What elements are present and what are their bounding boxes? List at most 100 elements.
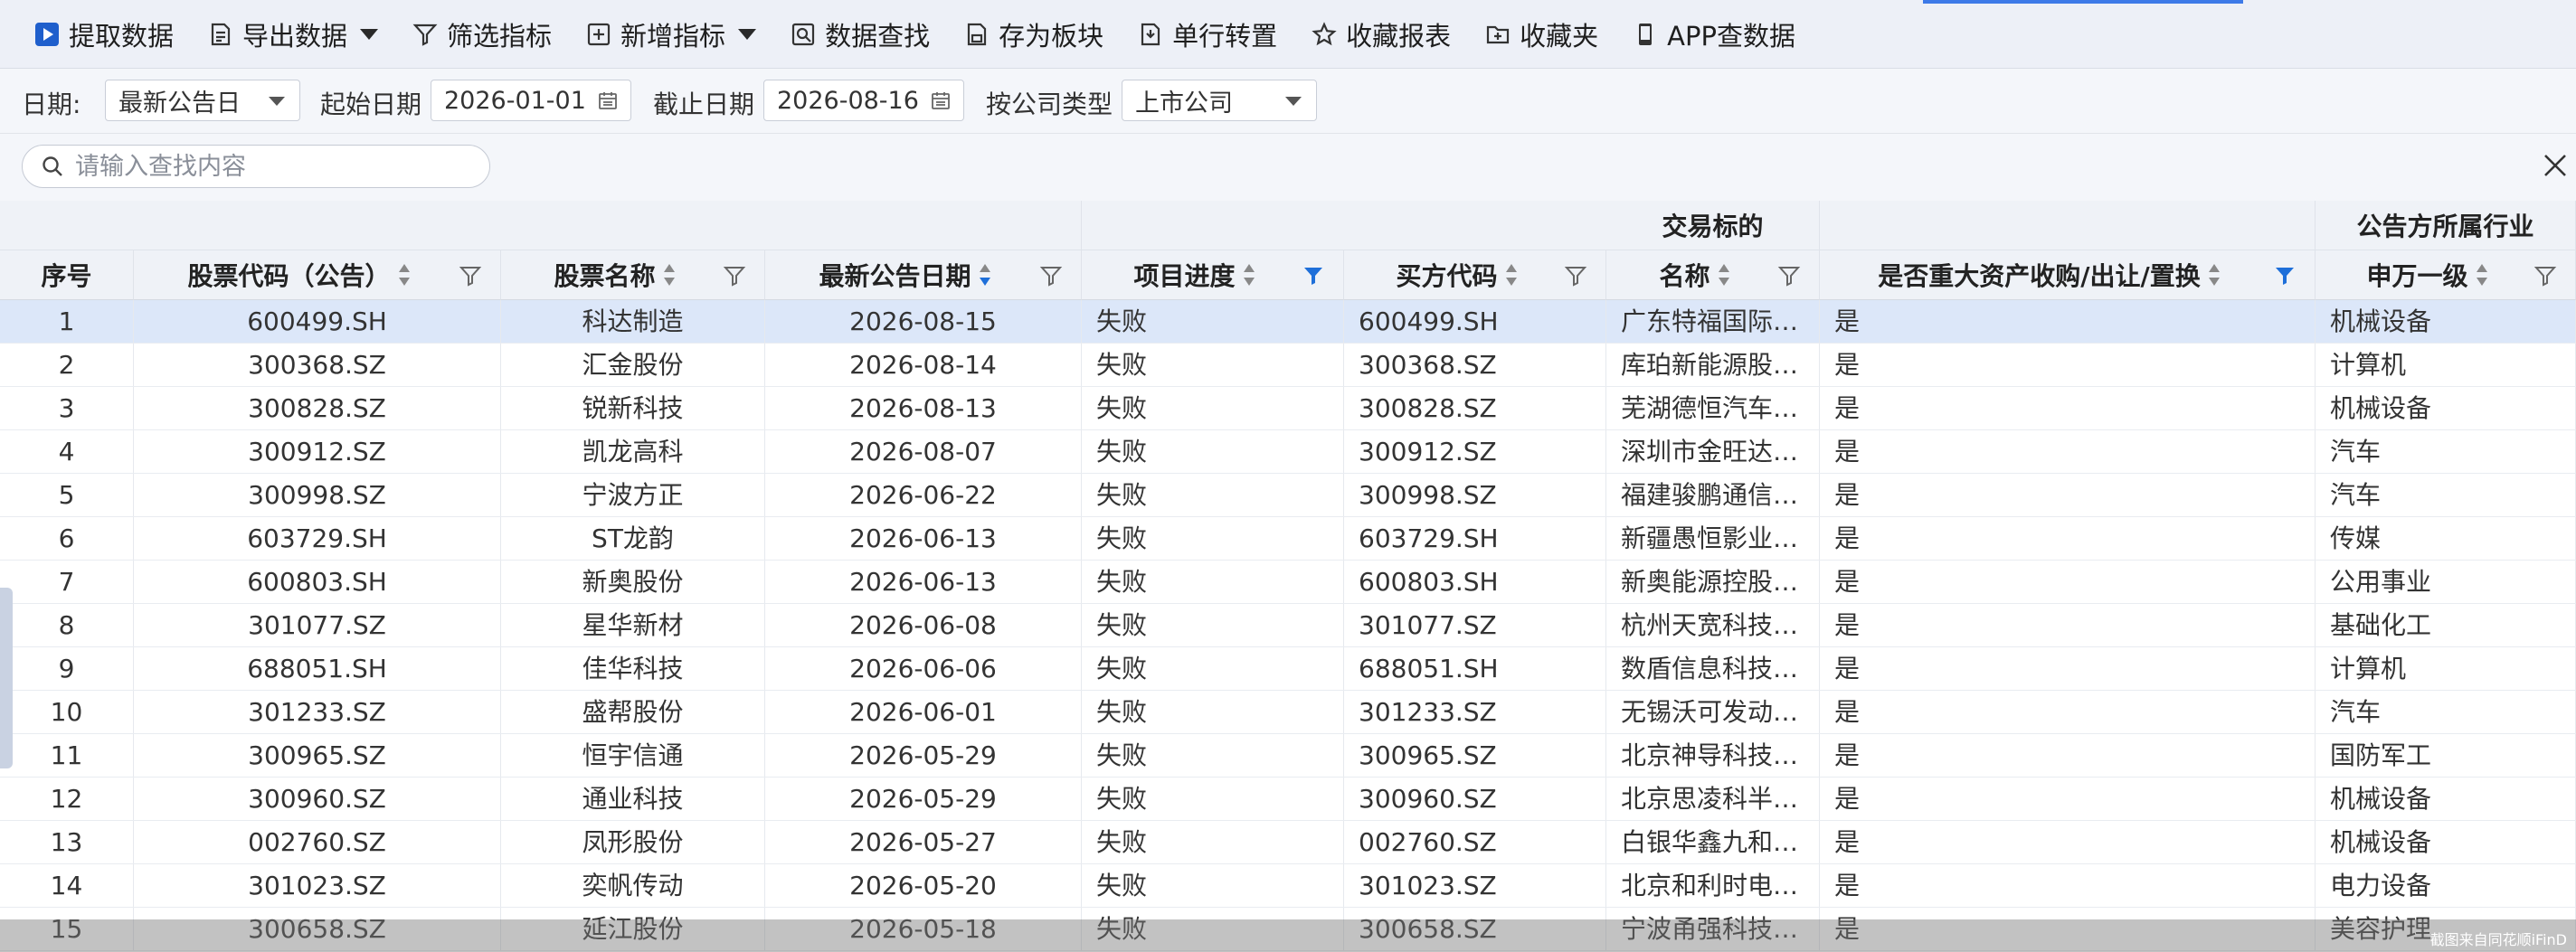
cell-code: 301077.SZ	[134, 604, 501, 646]
data-lookup-button[interactable]: 数据查找	[789, 0, 930, 69]
column-header-date[interactable]: 最新公告日期	[765, 250, 1082, 300]
cell-buyer: 688051.SH	[1344, 647, 1606, 690]
cell-progress: 失败	[1082, 300, 1344, 343]
sort-icon[interactable]	[1718, 262, 1730, 287]
sort-desc-icon[interactable]	[979, 262, 991, 287]
cell-target: 库珀新能源股…	[1606, 344, 1820, 386]
cell-code: 300965.SZ	[134, 734, 501, 777]
column-filter-icon[interactable]	[459, 264, 482, 287]
sort-icon[interactable]	[398, 262, 411, 287]
active-filter-icon[interactable]	[1302, 264, 1325, 287]
filter-bar: 日期: 最新公告日 起始日期 2026-01-01 截止日期 2026-08-1…	[0, 69, 2576, 134]
search-bar	[0, 134, 2576, 201]
column-filter-icon[interactable]	[723, 264, 746, 287]
table-row[interactable]: 4 300912.SZ 凯龙高科 2026-08-07 失败 300912.SZ…	[0, 430, 2576, 474]
column-header-buyer[interactable]: 买方代码	[1344, 250, 1606, 300]
export-data-label: 导出数据	[242, 20, 348, 52]
column-header-progress-label: 项目进度	[1133, 261, 1236, 291]
column-header-seq[interactable]: 序号	[0, 250, 134, 300]
column-header-target-name[interactable]: 名称	[1606, 250, 1820, 300]
sort-icon[interactable]	[2476, 262, 2488, 287]
cell-major: 是	[1820, 691, 2316, 733]
calendar-icon[interactable]	[598, 90, 618, 110]
table-row[interactable]: 12 300960.SZ 通业科技 2026-05-29 失败 300960.S…	[0, 778, 2576, 821]
cell-name: 凯龙高科	[501, 430, 765, 473]
save-as-sector-button[interactable]: 存为板块	[962, 0, 1103, 69]
extract-data-label: 提取数据	[69, 20, 175, 52]
search-box[interactable]	[22, 145, 490, 188]
table-row[interactable]: 14 301023.SZ 奕帆传动 2026-05-20 失败 301023.S…	[0, 864, 2576, 908]
group-header-spacer	[1820, 201, 2316, 250]
cell-industry: 电力设备	[2316, 864, 2576, 907]
column-header-progress[interactable]: 项目进度	[1082, 250, 1344, 300]
column-header-major[interactable]: 是否重大资产收购/出让/置换	[1820, 250, 2316, 300]
column-filter-icon[interactable]	[1039, 264, 1063, 287]
table-row[interactable]: 8 301077.SZ 星华新材 2026-06-08 失败 301077.SZ…	[0, 604, 2576, 647]
transpose-row-button[interactable]: 单行转置	[1136, 0, 1277, 69]
cell-progress: 失败	[1082, 474, 1344, 516]
cell-seq: 5	[0, 474, 134, 516]
column-filter-icon[interactable]	[1564, 264, 1587, 287]
active-filter-icon[interactable]	[2273, 264, 2297, 287]
start-date-input[interactable]: 2026-01-01	[431, 80, 631, 121]
table-row[interactable]: 7 600803.SH 新奥股份 2026-06-13 失败 600803.SH…	[0, 561, 2576, 604]
chevron-down-icon[interactable]	[360, 28, 379, 40]
cell-buyer: 301233.SZ	[1344, 691, 1606, 733]
add-indicator-button[interactable]: 新增指标	[584, 0, 757, 69]
cell-code: 300998.SZ	[134, 474, 501, 516]
cell-code: 600499.SH	[134, 300, 501, 343]
favorites-folder-button[interactable]: 收藏夹	[1483, 0, 1598, 69]
cell-target: 北京和利时电…	[1606, 864, 1820, 907]
funnel-icon	[411, 20, 440, 49]
sort-icon[interactable]	[1243, 262, 1255, 287]
column-header-industry[interactable]: 申万一级	[2316, 250, 2576, 300]
transpose-row-label: 单行转置	[1172, 20, 1278, 52]
table-row[interactable]: 11 300965.SZ 恒宇信通 2026-05-29 失败 300965.S…	[0, 734, 2576, 778]
save-doc-icon	[962, 20, 991, 49]
cell-seq: 11	[0, 734, 134, 777]
extract-data-button[interactable]: 提取数据	[33, 0, 174, 69]
table-row[interactable]: 10 301233.SZ 盛帮股份 2026-06-01 失败 301233.S…	[0, 691, 2576, 734]
column-header-name[interactable]: 股票名称	[501, 250, 765, 300]
chevron-down-icon[interactable]	[738, 28, 757, 40]
filter-indicator-button[interactable]: 筛选指标	[411, 0, 552, 69]
cell-code: 300828.SZ	[134, 387, 501, 429]
end-date-input[interactable]: 2026-08-16	[763, 80, 964, 121]
table-row[interactable]: 2 300368.SZ 汇金股份 2026-08-14 失败 300368.SZ…	[0, 344, 2576, 387]
column-filter-icon[interactable]	[2533, 264, 2557, 287]
table-row[interactable]: 13 002760.SZ 凤形股份 2026-05-27 失败 002760.S…	[0, 821, 2576, 864]
cell-major: 是	[1820, 864, 2316, 907]
cell-name: 汇金股份	[501, 344, 765, 386]
sort-icon[interactable]	[1505, 262, 1518, 287]
sort-icon[interactable]	[2208, 262, 2221, 287]
close-icon[interactable]	[2542, 152, 2569, 179]
column-header-seq-label: 序号	[41, 261, 92, 291]
date-type-select[interactable]: 最新公告日	[105, 80, 300, 121]
cell-major: 是	[1820, 430, 2316, 473]
table-row[interactable]: 9 688051.SH 佳华科技 2026-06-06 失败 688051.SH…	[0, 647, 2576, 691]
cell-buyer: 300965.SZ	[1344, 734, 1606, 777]
table-row[interactable]: 3 300828.SZ 锐新科技 2026-08-13 失败 300828.SZ…	[0, 387, 2576, 430]
side-collapse-handle[interactable]	[0, 588, 13, 768]
cell-major: 是	[1820, 604, 2316, 646]
company-type-select[interactable]: 上市公司	[1122, 80, 1317, 121]
column-header-code[interactable]: 股票代码（公告）	[134, 250, 501, 300]
table-row[interactable]: 5 300998.SZ 宁波方正 2026-06-22 失败 300998.SZ…	[0, 474, 2576, 517]
search-doc-icon	[789, 20, 818, 49]
cell-progress: 失败	[1082, 430, 1344, 473]
table-row[interactable]: 6 603729.SH ST龙韵 2026-06-13 失败 603729.SH…	[0, 517, 2576, 561]
table-row[interactable]: 1 600499.SH 科达制造 2026-08-15 失败 600499.SH…	[0, 300, 2576, 344]
cell-date: 2026-06-22	[765, 474, 1082, 516]
favorite-report-button[interactable]: 收藏报表	[1310, 0, 1451, 69]
export-data-button[interactable]: 导出数据	[206, 0, 379, 69]
sort-icon[interactable]	[663, 262, 676, 287]
cell-name: 佳华科技	[501, 647, 765, 690]
cell-target: 芜湖德恒汽车…	[1606, 387, 1820, 429]
cell-code: 300912.SZ	[134, 430, 501, 473]
calendar-icon[interactable]	[931, 90, 951, 110]
app-query-button[interactable]: APP查数据	[1631, 0, 1795, 69]
column-header-name-label: 股票名称	[554, 261, 656, 291]
star-icon	[1310, 20, 1339, 49]
search-input[interactable]	[73, 151, 457, 182]
column-filter-icon[interactable]	[1777, 264, 1801, 287]
